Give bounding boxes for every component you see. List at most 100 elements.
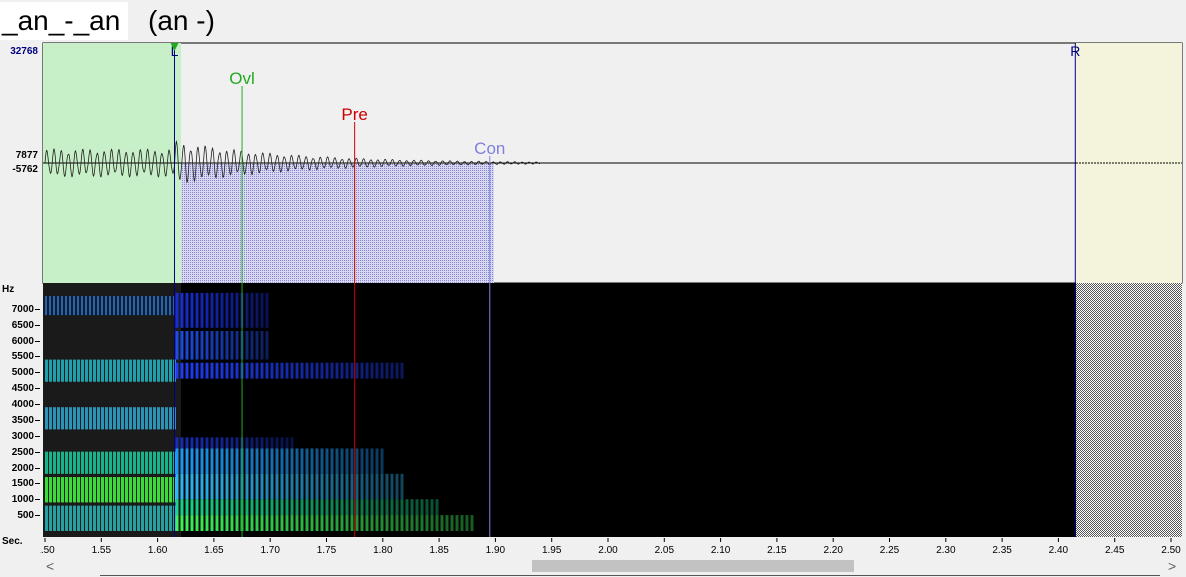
freq-label: 1500 — [11, 478, 34, 490]
scrollbar-thumb[interactable] — [532, 560, 854, 572]
spectro-cell — [350, 499, 354, 516]
spectro-cell — [450, 515, 454, 531]
spectro-cell — [175, 499, 179, 516]
spectro-cell — [350, 473, 354, 500]
spectro-cell — [49, 477, 52, 503]
time-tick-label: 1.75 — [317, 545, 337, 556]
spectro-cell — [225, 448, 229, 474]
spectro-cell — [137, 407, 140, 430]
spectro-cell — [45, 451, 48, 474]
spectro-cell — [265, 437, 269, 449]
scroll-left-arrow-icon[interactable]: < — [46, 556, 54, 576]
spectro-cell — [215, 515, 219, 531]
spectro-cell — [89, 359, 92, 382]
spectro-cell — [395, 362, 399, 379]
segment-region-fill — [181, 164, 494, 283]
spectro-cell — [61, 296, 63, 316]
time-tick-label: 2.00 — [598, 545, 618, 556]
time-tick-label: 2.35 — [992, 545, 1012, 556]
spectro-cell — [121, 407, 124, 430]
spectro-cell — [81, 296, 83, 316]
spectro-cell — [300, 473, 304, 500]
marker-right-label[interactable]: R — [1070, 43, 1080, 59]
spectro-cell — [270, 448, 274, 474]
spectro-cell — [200, 292, 204, 328]
display-canvas[interactable]: LOvlPreConR — [40, 42, 1186, 538]
spectro-cell — [65, 359, 68, 382]
spectro-cell — [290, 515, 294, 531]
spectro-cell — [275, 499, 279, 516]
spectro-cell — [320, 499, 324, 516]
spectro-cell — [375, 499, 379, 516]
spectro-cell — [330, 362, 334, 379]
spectro-cell — [53, 505, 56, 531]
spectro-cell — [320, 362, 324, 379]
spectro-cell — [200, 473, 204, 500]
spectro-cell — [400, 362, 404, 379]
spectro-cell — [105, 407, 108, 430]
spectro-cell — [129, 359, 132, 382]
spectro-cell — [255, 292, 259, 328]
spectro-cell — [117, 296, 119, 316]
spectro-cell — [165, 505, 168, 531]
spectro-cell — [235, 437, 239, 449]
spectro-cell — [205, 515, 209, 531]
spectro-cell — [335, 448, 339, 474]
spectro-cell — [350, 448, 354, 474]
time-tick-label: 1.90 — [486, 545, 506, 556]
spectro-cell — [275, 362, 279, 379]
time-tick-label: 1.60 — [148, 545, 168, 556]
spectro-cell — [390, 362, 394, 379]
spectro-cell — [340, 448, 344, 474]
marker-pre-label[interactable]: Pre — [341, 105, 367, 124]
spectro-cell — [200, 362, 204, 379]
spectro-cell — [185, 473, 189, 500]
spectro-cell — [105, 451, 108, 474]
spectro-cell — [97, 296, 99, 316]
spectro-cell — [69, 407, 72, 430]
spectro-cell — [345, 448, 349, 474]
spectro-cell — [185, 330, 189, 360]
spectro-cell — [265, 515, 269, 531]
spectro-cell — [225, 499, 229, 516]
spectro-cell — [265, 362, 269, 379]
spectro-cell — [73, 407, 76, 430]
spectro-cell — [141, 505, 144, 531]
freq-label: 4500 — [11, 383, 34, 395]
spectro-cell — [65, 407, 68, 430]
spectro-cell — [113, 451, 116, 474]
spectro-cell — [205, 437, 209, 449]
spectro-cell — [157, 359, 160, 382]
spectro-cell — [380, 473, 384, 500]
spectrogram-panel[interactable] — [43, 283, 1182, 537]
spectro-cell — [215, 473, 219, 500]
spectro-cell — [101, 296, 103, 316]
horizontal-scrollbar[interactable]: < > — [0, 556, 1186, 577]
spectro-cell — [385, 515, 389, 531]
spectro-cell — [280, 437, 284, 449]
spectro-cell — [121, 359, 124, 382]
marker-con-label[interactable]: Con — [474, 139, 505, 158]
spectro-cell — [355, 499, 359, 516]
spectro-cell — [85, 407, 88, 430]
spectro-cell — [105, 296, 107, 316]
spectro-cell — [145, 296, 147, 316]
spectro-cell — [157, 505, 160, 531]
spectro-cell — [225, 362, 229, 379]
spectro-cell — [49, 505, 52, 531]
spectro-cell — [360, 448, 364, 474]
spectro-cell — [290, 437, 294, 449]
spectro-cell — [305, 362, 309, 379]
scroll-right-arrow-icon[interactable]: > — [1168, 556, 1176, 576]
spectro-cell — [370, 362, 374, 379]
spectro-cell — [125, 505, 128, 531]
spectro-cell — [395, 499, 399, 516]
spectro-cell — [315, 499, 319, 516]
spectro-cell — [230, 499, 234, 516]
spectro-cell — [315, 515, 319, 531]
spectro-cell — [285, 515, 289, 531]
marker-ovl-label[interactable]: Ovl — [229, 69, 255, 88]
spectro-cell — [395, 473, 399, 500]
spectro-cell — [190, 515, 194, 531]
spectro-cell — [365, 448, 369, 474]
